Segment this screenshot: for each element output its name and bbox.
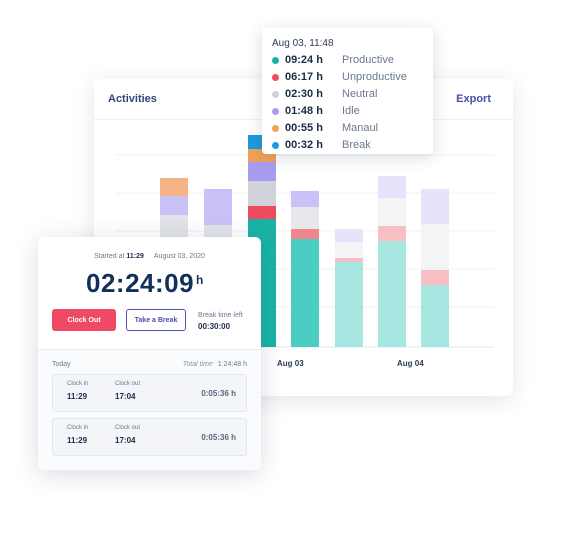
take-a-break-button[interactable]: Take a Break bbox=[126, 309, 186, 331]
total-time-label: Total time bbox=[182, 361, 213, 368]
break-time-left-label: Break time left bbox=[198, 312, 243, 319]
tooltip-row-unproductive: 06:17 h Unproductive bbox=[272, 70, 407, 84]
productive-dot-icon bbox=[272, 56, 279, 64]
tooltip-value: 00:55 h bbox=[285, 122, 323, 134]
started-at-date: August 03, 2020 bbox=[153, 253, 205, 260]
tooltip-value: 09:24 h bbox=[285, 54, 323, 66]
clock-out-value: 17:04 bbox=[115, 436, 136, 445]
tooltip-value: 00:32 h bbox=[285, 139, 323, 151]
neutral-dot-icon bbox=[272, 90, 279, 98]
today-label: Today bbox=[52, 361, 71, 368]
clock-in-value: 11:29 bbox=[67, 392, 88, 401]
tooltip-label: Break bbox=[342, 139, 371, 151]
tooltip-row-productive: 09:24 h Productive bbox=[272, 53, 394, 67]
export-button[interactable]: Export bbox=[456, 93, 491, 105]
clock-in-label: Clock in bbox=[67, 381, 89, 387]
clock-out-label: Clock out bbox=[115, 425, 141, 431]
unproductive-dot-icon bbox=[272, 73, 279, 81]
elapsed-timer-unit: h bbox=[196, 273, 204, 287]
activities-title: Activities bbox=[108, 93, 157, 105]
tooltip-label: Unproductive bbox=[342, 71, 407, 83]
break-dot-icon bbox=[272, 141, 279, 149]
tooltip-datetime: Aug 03, 11:48 bbox=[272, 38, 334, 49]
entry-duration: 0:05:36 h bbox=[201, 389, 236, 398]
chart-bar[interactable] bbox=[204, 189, 232, 237]
chart-bar[interactable] bbox=[335, 229, 363, 347]
chart-tooltip: Aug 03, 11:48 09:24 h Productive 06:17 h… bbox=[262, 28, 433, 154]
chart-bar[interactable] bbox=[291, 191, 319, 347]
time-entry-row[interactable]: Clock in 11:29 Clock out 17:04 0:05:36 h bbox=[52, 374, 247, 412]
clock-out-label: Clock out bbox=[115, 381, 141, 387]
break-time-left-value: 00:30:00 bbox=[198, 322, 231, 331]
tooltip-value: 02:30 h bbox=[285, 88, 323, 100]
clock-out-value: 17:04 bbox=[115, 392, 136, 401]
tooltip-row-neutral: 02:30 h Neutral bbox=[272, 87, 377, 101]
tooltip-row-break: 00:32 h Break bbox=[272, 138, 371, 152]
tooltip-label: Productive bbox=[342, 54, 394, 66]
clock-in-value: 11:29 bbox=[67, 436, 88, 445]
tooltip-value: 01:48 h bbox=[285, 105, 323, 117]
started-at-label: Started at bbox=[94, 253, 125, 260]
chart-bar[interactable] bbox=[421, 189, 449, 347]
entry-duration: 0:05:36 h bbox=[201, 433, 236, 442]
tooltip-row-idle: 01:48 h Idle bbox=[272, 104, 360, 118]
tooltip-label: Neutral bbox=[342, 88, 378, 100]
date-label: Aug 04 bbox=[397, 359, 424, 368]
total-time: Total time 1:24:48 h bbox=[183, 361, 247, 368]
time-tracker-card: Started at 11:29 August 03, 2020 02:24:0… bbox=[38, 237, 261, 470]
clock-in-label: Clock in bbox=[67, 425, 89, 431]
tooltip-label: Idle bbox=[342, 105, 360, 117]
started-at-time: 11:29 bbox=[126, 253, 144, 260]
chart-bar[interactable] bbox=[160, 178, 188, 237]
started-at-info: Started at 11:29 August 03, 2020 bbox=[38, 253, 261, 260]
date-label: Aug 03 bbox=[277, 359, 304, 368]
manual-dot-icon bbox=[272, 124, 279, 132]
elapsed-timer: 02:24:09 bbox=[86, 268, 195, 298]
tooltip-value: 06:17 h bbox=[285, 71, 323, 83]
tooltip-row-manual: 00:55 h Manaul bbox=[272, 121, 378, 135]
clock-out-button[interactable]: Clock Out bbox=[52, 309, 116, 331]
total-time-value: 1:24:48 h bbox=[217, 361, 247, 368]
time-entry-row[interactable]: Clock in 11:29 Clock out 17:04 0:05:36 h bbox=[52, 418, 247, 456]
idle-dot-icon bbox=[272, 107, 279, 115]
tooltip-label: Manaul bbox=[342, 122, 379, 134]
chart-bar[interactable] bbox=[378, 176, 406, 347]
